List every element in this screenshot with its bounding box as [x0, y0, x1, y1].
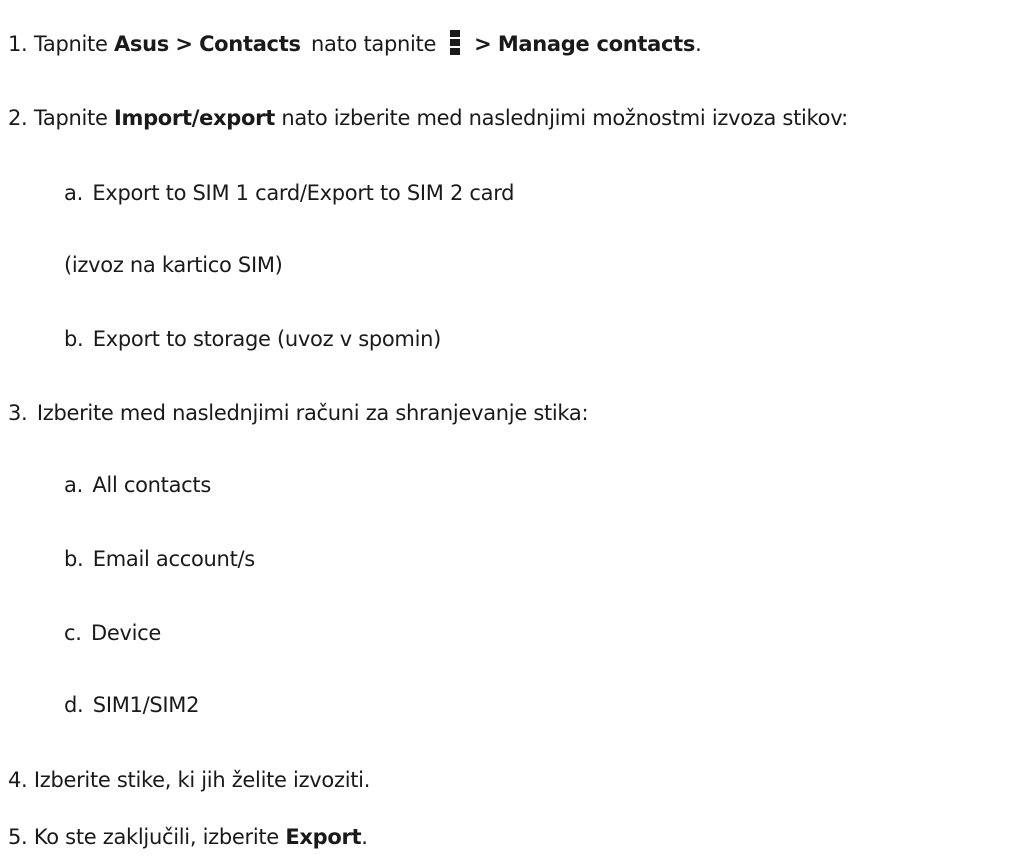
step-1-end: .	[695, 32, 702, 56]
more-vertical-menu-icon	[450, 29, 462, 55]
option-text: Export to SIM 1 card/Export to SIM 2 car…	[92, 181, 515, 205]
step-2-rest: nato izberite med naslednjimi možnostmi …	[281, 106, 848, 130]
option-letter: b.	[64, 327, 84, 351]
option-letter: a.	[64, 473, 83, 497]
step-4-number: 4.	[8, 768, 28, 792]
step-2-note-text: (izvoz na kartico SIM)	[64, 253, 283, 277]
option-text: Email account/s	[92, 547, 255, 571]
option-letter: a.	[64, 181, 83, 205]
step-1-sep2: >	[474, 32, 492, 56]
step-3-option-d: d. SIM1/SIM2	[64, 692, 199, 718]
step-1-manage-contacts: Manage contacts	[497, 32, 696, 56]
option-text: All contacts	[92, 473, 211, 497]
step-2-prefix: Tapnite	[33, 106, 108, 130]
step-1: 1. Tapnite Asus > Contacts nato tapnite >…	[8, 29, 702, 58]
step-4-text: Izberite stike, ki jih želite izvoziti.	[33, 768, 371, 792]
option-letter: c.	[64, 621, 82, 645]
step-2: 2. Tapnite Import/export nato izberite m…	[8, 105, 848, 131]
step-3-text: Izberite med naslednjimi računi za shran…	[36, 401, 589, 425]
step-1-sep1: >	[175, 32, 193, 56]
option-letter: d.	[64, 693, 84, 717]
step-2-note: (izvoz na kartico SIM)	[64, 252, 283, 278]
option-text: Device	[91, 621, 162, 645]
step-1-number: 1.	[8, 32, 28, 56]
step-5-prefix: Ko ste zaključili, izberite	[33, 825, 279, 849]
step-3-option-a: a. All contacts	[64, 472, 211, 498]
step-5-number: 5.	[8, 825, 28, 849]
option-text: Export to storage (uvoz v spomin)	[92, 327, 442, 351]
step-1-mid: nato tapnite	[311, 32, 437, 56]
step-3-number: 3.	[8, 401, 28, 425]
step-2-import-export: Import/export	[113, 106, 275, 130]
option-letter: b.	[64, 547, 84, 571]
step-1-asus: Asus	[113, 32, 169, 56]
step-1-contacts: Contacts	[199, 32, 301, 56]
option-text: SIM1/SIM2	[92, 693, 200, 717]
step-3-option-c: c. Device	[64, 620, 161, 646]
step-4: 4. Izberite stike, ki jih želite izvozit…	[8, 767, 370, 793]
step-2-option-b: b. Export to storage (uvoz v spomin)	[64, 326, 441, 352]
step-2-option-a: a. Export to SIM 1 card/Export to SIM 2 …	[64, 180, 515, 206]
step-1-prefix: Tapnite	[33, 32, 108, 56]
step-5-end: .	[361, 825, 368, 849]
step-2-number: 2.	[8, 106, 28, 130]
step-5-export: Export	[285, 825, 362, 849]
step-3-option-b: b. Email account/s	[64, 546, 255, 572]
step-5: 5. Ko ste zaključili, izberite Export.	[8, 824, 368, 850]
step-3: 3. Izberite med naslednjimi računi za sh…	[8, 400, 589, 426]
